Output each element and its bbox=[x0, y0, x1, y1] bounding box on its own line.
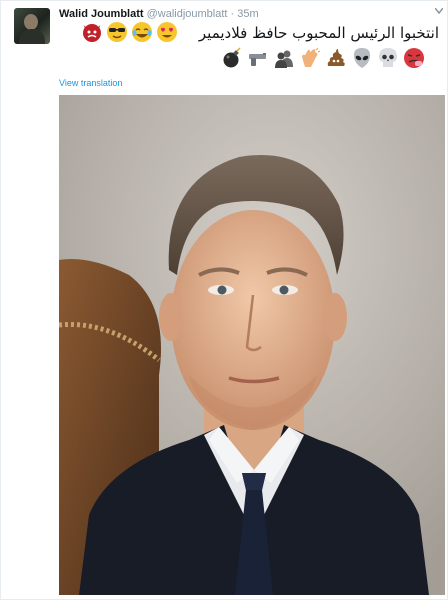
alien-icon bbox=[351, 47, 373, 69]
clap-icon bbox=[299, 47, 321, 69]
avatar[interactable] bbox=[14, 8, 50, 44]
portrait-image bbox=[59, 95, 445, 595]
emoji-row-2 bbox=[221, 47, 425, 71]
tweet-card: Walid Joumblatt @walidjoumblatt · 35m ان… bbox=[0, 0, 448, 600]
separator-dot: · bbox=[230, 8, 235, 20]
tweet-photo[interactable] bbox=[59, 95, 445, 595]
view-translation-link[interactable]: View translation bbox=[59, 77, 122, 89]
tweet-header: Walid Joumblatt @walidjoumblatt · 35m bbox=[59, 6, 259, 22]
author-name[interactable]: Walid Joumblatt bbox=[59, 8, 144, 20]
avatar-body bbox=[19, 29, 45, 44]
angry-devil-icon bbox=[81, 21, 103, 43]
author-handle[interactable]: @walidjoumblatt bbox=[147, 8, 228, 20]
tears-of-joy-icon bbox=[131, 21, 153, 43]
skull-icon bbox=[377, 47, 399, 69]
silhouettes-icon bbox=[273, 47, 295, 69]
chevron-down-icon[interactable] bbox=[434, 7, 444, 17]
timestamp[interactable]: 35m bbox=[237, 8, 258, 20]
nauseated-icon bbox=[403, 47, 425, 69]
sunglasses-icon bbox=[106, 21, 128, 43]
heart-eyes-icon bbox=[156, 21, 178, 43]
bomb-icon bbox=[221, 47, 243, 69]
avatar-head bbox=[24, 14, 38, 30]
poop-icon bbox=[325, 47, 347, 69]
gun-icon bbox=[247, 47, 269, 69]
emoji-row-1 bbox=[81, 21, 178, 45]
